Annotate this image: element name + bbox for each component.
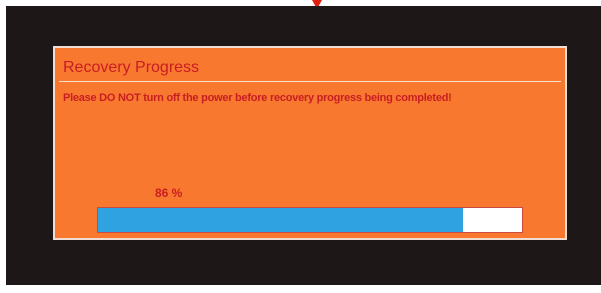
progress-bar-fill xyxy=(98,208,463,232)
dialog-title: Recovery Progress xyxy=(63,59,200,76)
recovery-progress-dialog: Recovery Progress Please DO NOT turn off… xyxy=(53,46,567,240)
warning-message: Please DO NOT turn off the power before … xyxy=(63,92,452,104)
title-divider xyxy=(59,81,561,82)
progress-bar xyxy=(97,207,523,233)
progress-percent-label: 86 % xyxy=(155,186,183,200)
